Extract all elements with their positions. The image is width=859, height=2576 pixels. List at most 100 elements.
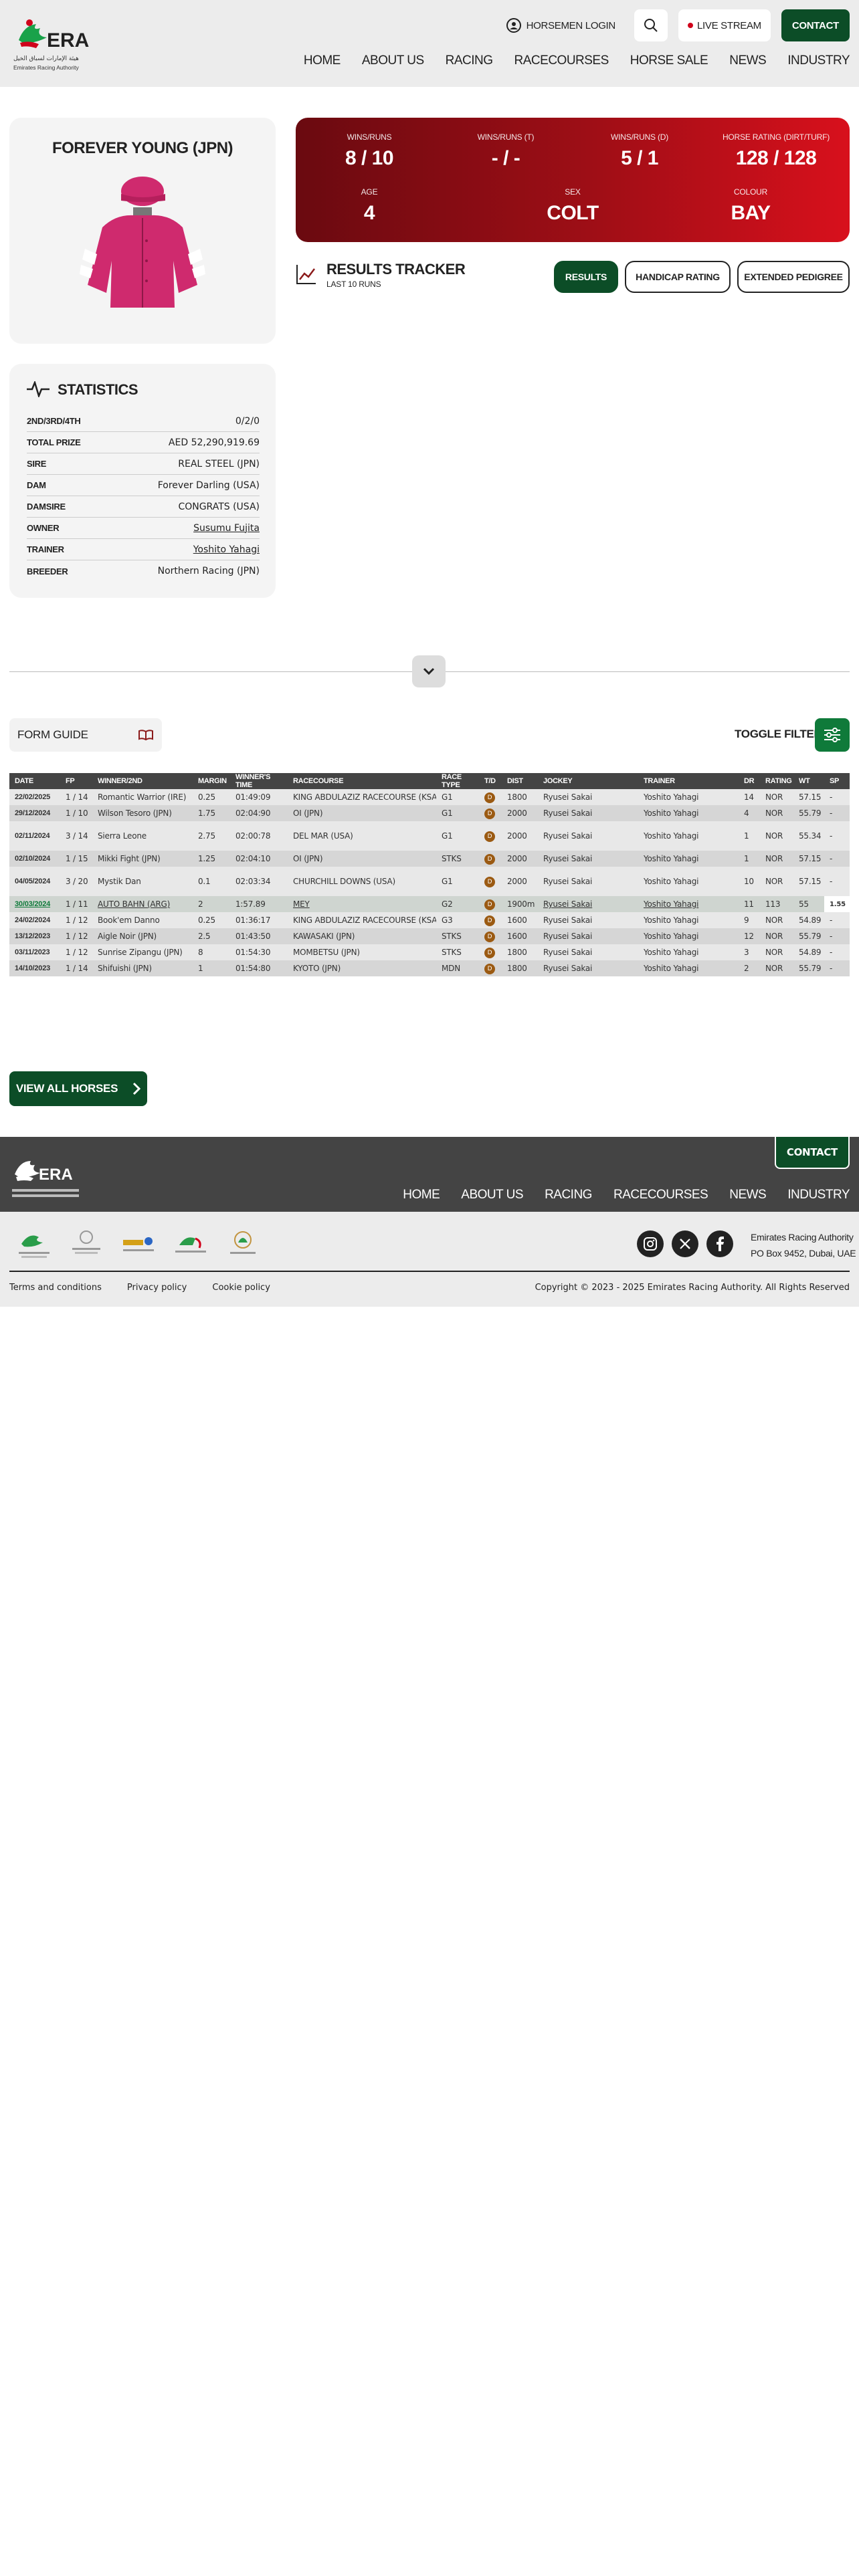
form-guide-tab[interactable]: FORM GUIDE — [9, 718, 162, 752]
col-fp[interactable]: FP — [60, 773, 92, 789]
table-cell: Mystik Dan — [92, 867, 193, 896]
footer-nav-home[interactable]: HOME — [403, 1188, 440, 1202]
stat-wins-runs: WINS/RUNS 8 / 10 — [345, 132, 394, 169]
footer-nav-industry[interactable]: INDUSTRY — [787, 1188, 850, 1202]
table-cell: D — [479, 867, 502, 896]
search-button[interactable] — [634, 9, 668, 41]
table-cell: Yoshito Yahagi — [638, 867, 739, 896]
toggle-filter-button[interactable] — [815, 718, 850, 752]
footer-nav-racecourses[interactable]: RACECOURSES — [613, 1188, 708, 1202]
partner-logo-1[interactable] — [16, 1228, 52, 1260]
table-row[interactable]: 02/10/2024 1 / 15 Mikki Fight (JPN) 1.25 02:… — [9, 851, 850, 867]
table-cell[interactable]: Yoshito Yahagi — [638, 896, 739, 912]
table-row[interactable]: 02/11/2024 3 / 14 Sierra Leone 2.75 02:00:78… — [9, 821, 850, 851]
table-row[interactable]: 22/02/2025 1 / 14 Romantic Warrior (IRE) 0.… — [9, 789, 850, 805]
col-dist[interactable]: DIST — [502, 773, 538, 789]
extended-pedigree-button[interactable]: EXTENDED PEDIGREE — [737, 261, 850, 293]
table-cell: D — [479, 928, 502, 944]
chevron-down-icon — [423, 667, 435, 675]
col-dr[interactable]: DR — [739, 773, 760, 789]
table-cell: KING ABDULAZIZ RACECOURSE (KSA) — [288, 789, 436, 805]
table-cell: 3 / 20 — [60, 867, 92, 896]
table-cell[interactable]: AUTO BAHN (ARG) — [92, 896, 193, 912]
cell-date: 02/10/2024 — [9, 851, 60, 867]
trainer-link[interactable]: Yoshito Yahagi — [193, 544, 260, 555]
table-cell: 1800 — [502, 960, 538, 976]
nav-industry[interactable]: INDUSTRY — [787, 53, 850, 68]
table-cell: 1 / 12 — [60, 944, 92, 960]
footer-rule — [9, 1271, 850, 1272]
col-trainer[interactable]: TRAINER — [638, 773, 739, 789]
table-cell: Romantic Warrior (IRE) — [92, 789, 193, 805]
track-type-badge: D — [484, 931, 495, 942]
col-racecourse[interactable]: RACECOURSE — [288, 773, 436, 789]
footer-nav-news[interactable]: NEWS — [729, 1188, 767, 1202]
nav-horse-sale[interactable]: HORSE SALE — [630, 53, 708, 68]
col-winner[interactable]: WINNER/2ND — [92, 773, 193, 789]
table-row[interactable]: 24/02/2024 1 / 12 Book'em Danno 0.25 01:36:1… — [9, 912, 850, 928]
partner-logo-5[interactable] — [225, 1228, 261, 1260]
table-row[interactable]: 13/12/2023 1 / 12 Aigle Noir (JPN) 2.5 01:43… — [9, 928, 850, 944]
cookie-link[interactable]: Cookie policy — [212, 1283, 270, 1293]
nav-racing[interactable]: RACING — [446, 53, 493, 68]
chevron-right-icon — [133, 1082, 141, 1095]
track-type-badge: D — [484, 963, 495, 974]
nav-about-us[interactable]: ABOUT US — [362, 53, 424, 68]
partner-logo-2[interactable] — [68, 1228, 104, 1260]
nav-home[interactable]: HOME — [304, 53, 341, 68]
handicap-rating-button[interactable]: HANDICAP RATING — [625, 261, 731, 293]
table-row[interactable]: 03/11/2023 1 / 12 Sunrise Zipangu (JPN) 8 01… — [9, 944, 850, 960]
table-cell: 54.89 — [793, 944, 824, 960]
main-nav: HOME ABOUT US RACING RACECOURSES HORSE S… — [304, 53, 850, 68]
table-cell: D — [479, 960, 502, 976]
col-rating[interactable]: RATING — [760, 773, 793, 789]
footer-contact-button[interactable]: CONTACT — [774, 1137, 850, 1169]
footer-nav-about-us[interactable]: ABOUT US — [461, 1188, 523, 1202]
expand-button[interactable] — [412, 655, 446, 687]
facebook-icon[interactable] — [706, 1230, 733, 1257]
era-logo[interactable]: ERA هيئة الإمارات لسباق الخيل Emirates R… — [9, 13, 103, 75]
footer-nav-racing[interactable]: RACING — [545, 1188, 592, 1202]
table-cell: 55.79 — [793, 928, 824, 944]
col-jockey[interactable]: JOCKEY — [538, 773, 638, 789]
table-cell: 9 — [739, 912, 760, 928]
table-cell: 4 — [739, 805, 760, 821]
footer-era-logo[interactable]: ERA — [9, 1153, 83, 1206]
instagram-icon[interactable] — [637, 1230, 664, 1257]
trend-chart-icon — [296, 265, 316, 284]
table-cell: G1 — [436, 867, 479, 896]
table-row[interactable]: 14/10/2023 1 / 14 Shifuishi (JPN) 1 01:54:80… — [9, 960, 850, 976]
terms-link[interactable]: Terms and conditions — [9, 1283, 102, 1293]
col-race-type[interactable]: RACE TYPE — [436, 773, 479, 789]
col-margin[interactable]: MARGIN — [193, 773, 230, 789]
table-cell: KING ABDULAZIZ RACECOURSE (KSA) — [288, 912, 436, 928]
contact-button[interactable]: CONTACT — [781, 9, 850, 41]
col-td[interactable]: T/D — [479, 773, 502, 789]
table-row[interactable]: 29/12/2024 1 / 10 Wilson Tesoro (JPN) 1.75 0… — [9, 805, 850, 821]
table-row[interactable]: 30/03/2024 1 / 11 AUTO BAHN (ARG) 2 1:57.89 M… — [9, 896, 850, 912]
live-stream-button[interactable]: LIVE STREAM — [678, 9, 771, 41]
view-all-horses-button[interactable]: VIEW ALL HORSES — [9, 1071, 147, 1106]
stat-horse-rating: HORSE RATING (DIRT/TURF) 128 / 128 — [722, 132, 830, 169]
col-winners-time[interactable]: WINNER'S TIME — [230, 773, 288, 789]
table-cell: NOR — [760, 960, 793, 976]
book-icon — [138, 730, 153, 741]
table-cell: - — [824, 960, 850, 976]
table-cell[interactable]: Ryusei Sakai — [538, 896, 638, 912]
x-icon[interactable] — [672, 1230, 698, 1257]
col-wt[interactable]: WT — [793, 773, 824, 789]
privacy-link[interactable]: Privacy policy — [127, 1283, 187, 1293]
owner-link[interactable]: Susumu Fujita — [193, 523, 260, 534]
table-cell: Yoshito Yahagi — [638, 805, 739, 821]
partner-logo-4[interactable] — [173, 1228, 209, 1260]
table-row[interactable]: 04/05/2024 3 / 20 Mystik Dan 0.1 02:03:34 CHU… — [9, 867, 850, 896]
col-sp[interactable]: SP — [824, 773, 850, 789]
results-button[interactable]: RESULTS — [554, 261, 618, 293]
table-cell[interactable]: MEY — [288, 896, 436, 912]
col-date[interactable]: DATE — [9, 773, 60, 789]
nav-racecourses[interactable]: RACECOURSES — [514, 53, 609, 68]
horsemen-login-link[interactable]: HORSEMEN LOGIN — [506, 18, 615, 33]
nav-news[interactable]: NEWS — [729, 53, 767, 68]
partner-logo-3[interactable] — [120, 1228, 157, 1260]
table-cell: 02:04:10 — [230, 851, 288, 867]
